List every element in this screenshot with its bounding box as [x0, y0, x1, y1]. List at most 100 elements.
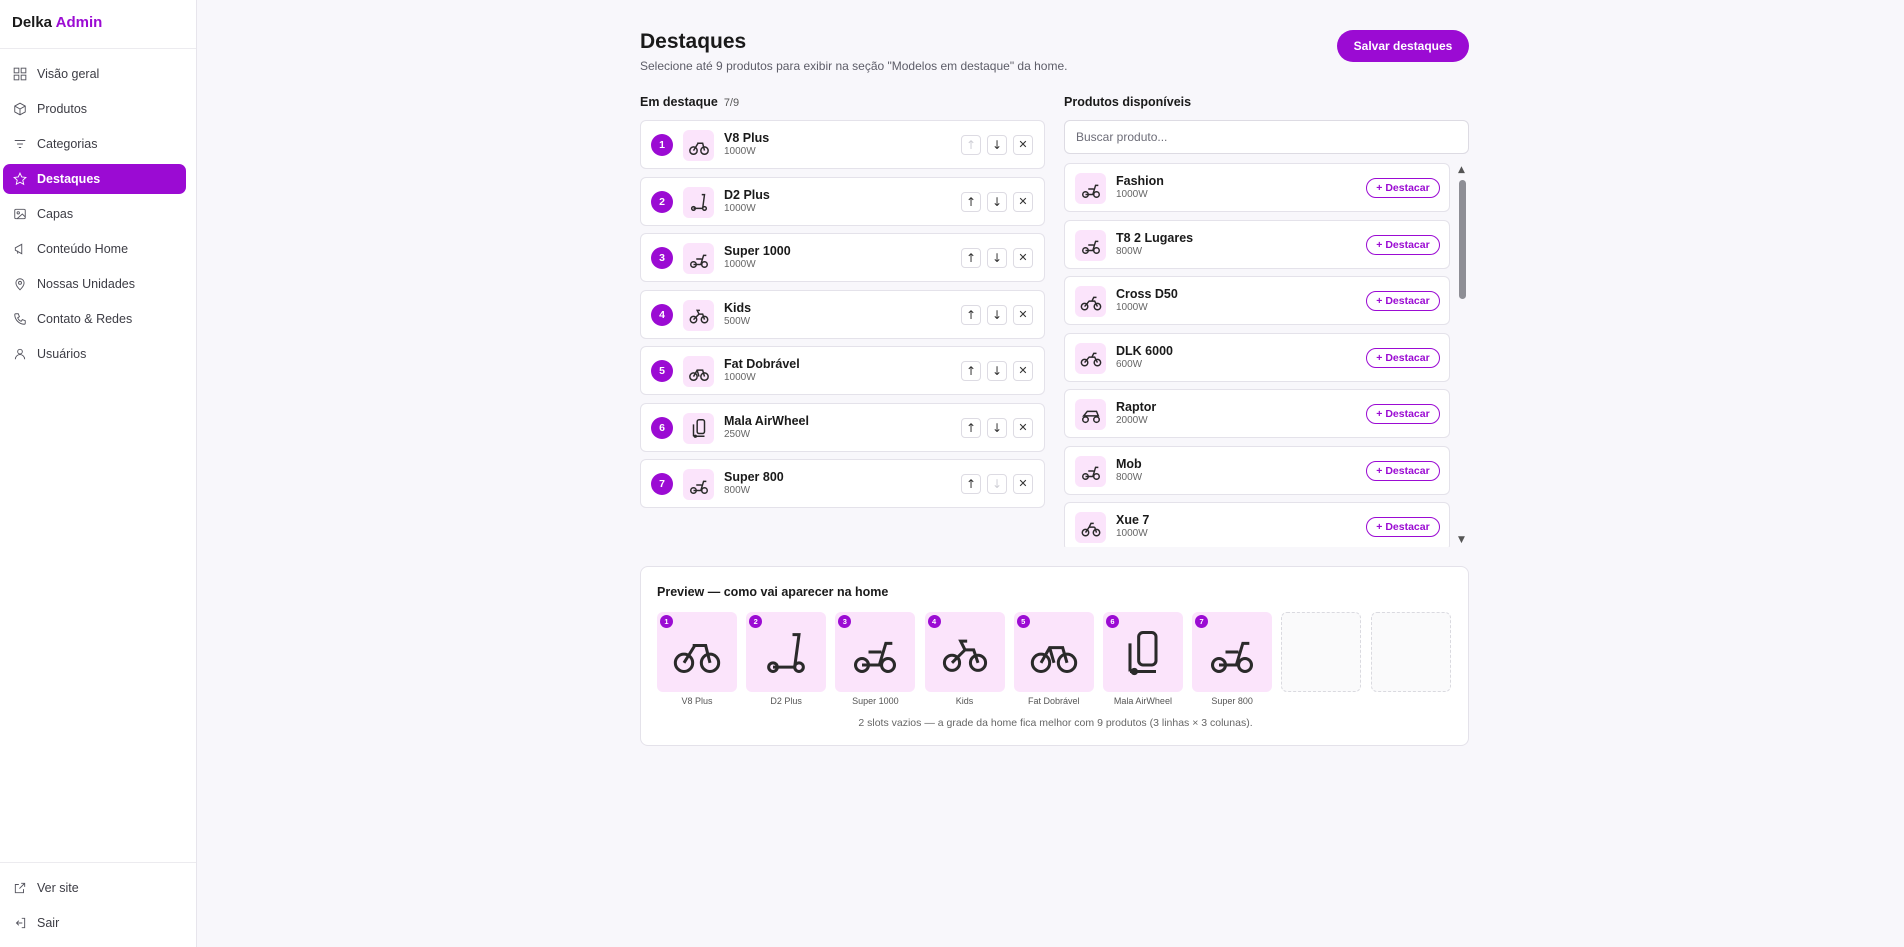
available-item: DLK 6000 600W + Destacar [1064, 332, 1450, 382]
rank-badge: 7 [651, 473, 673, 495]
preview-slot: 7 Super 800 [1192, 612, 1273, 706]
remove-icon[interactable]: ✕ [1013, 361, 1033, 381]
move-down-icon[interactable]: ↓ [987, 361, 1007, 381]
featured-item: 1 V8 Plus 1000W ↑ ↓ ✕ [640, 120, 1045, 169]
available-scrollbar[interactable]: ▲ ▼ [1455, 163, 1469, 547]
dirt-bike-icon [1080, 347, 1102, 369]
product-power: 800W [1116, 471, 1143, 483]
scroll-up-icon[interactable]: ▲ [1458, 165, 1465, 175]
move-up-icon[interactable]: ↑ [961, 474, 981, 494]
scooter-icon [688, 248, 710, 270]
brand-logo[interactable]: Delka Admin [0, 0, 196, 49]
sidebar-item-label: Conteúdo Home [37, 242, 129, 256]
preview-product-name: Super 800 [1211, 696, 1253, 706]
sidebar-item-label: Ver site [37, 881, 79, 895]
featured-title: Em destaque [640, 95, 718, 109]
feature-product-button[interactable]: + Destacar [1366, 404, 1440, 424]
scooter-icon [1080, 178, 1102, 200]
available-item: Cross D50 1000W + Destacar [1064, 276, 1450, 325]
available-list[interactable]: Fashion 1000W + Destacar T8 2 Lugares 800W + … [1064, 163, 1469, 547]
sidebar-item-usu-rios[interactable]: Usuários [3, 339, 186, 369]
sidebar: Delka Admin Visão geral Produtos Categoria… [0, 0, 197, 947]
empty-slot-box [1370, 612, 1451, 692]
preview-slot: 6 Mala AirWheel [1102, 612, 1183, 706]
product-power: 1000W [724, 202, 756, 214]
move-up-icon[interactable]: ↑ [961, 191, 981, 212]
move-up-icon[interactable]: ↑ [961, 304, 981, 325]
sidebar-item-vis-o-geral[interactable]: Visão geral [3, 59, 186, 89]
sidebar-item-ver-site[interactable]: Ver site [3, 873, 186, 903]
preview-product-name: Fat Dobrável [1027, 696, 1080, 706]
home-preview: Preview — como vai aparecer na home 1 V8 … [640, 566, 1469, 746]
move-down-icon[interactable]: ↓ [987, 474, 1007, 494]
page-subtitle: Selecione até 9 produtos para exibir na … [640, 59, 1068, 73]
product-thumbnail [1075, 399, 1106, 430]
move-down-icon[interactable]: ↓ [987, 304, 1007, 325]
sidebar-item-contato-redes[interactable]: Contato & Redes [3, 304, 186, 334]
feature-product-button[interactable]: + Destacar [1366, 460, 1440, 481]
move-up-icon[interactable]: ↑ [961, 135, 981, 155]
available-item: Xue 7 1000W + Destacar [1064, 502, 1450, 547]
sidebar-item-capas[interactable]: Capas [3, 199, 186, 229]
sidebar-item-label: Sair [37, 916, 60, 930]
rank-badge: 4 [651, 303, 673, 326]
scroll-down-icon[interactable]: ▼ [1458, 535, 1465, 545]
product-name: T8 2 Lugares [1116, 230, 1194, 245]
page-title: Destaques [640, 30, 747, 53]
remove-icon[interactable]: ✕ [1013, 135, 1033, 155]
move-down-icon[interactable]: ↓ [987, 191, 1007, 212]
sidebar-item-produtos[interactable]: Produtos [3, 94, 186, 124]
rank-badge: 3 [651, 247, 673, 269]
product-name: Super 800 [724, 470, 784, 484]
sidebar-item-categorias[interactable]: Categorias [3, 129, 186, 159]
remove-icon[interactable]: ✕ [1013, 304, 1033, 325]
move-up-icon[interactable]: ↑ [961, 248, 981, 268]
feature-product-button[interactable]: + Destacar [1366, 178, 1440, 198]
preview-product-name: D2 Plus [770, 696, 802, 706]
product-power: 1000W [1116, 302, 1148, 313]
feature-product-button[interactable]: + Destacar [1366, 234, 1440, 255]
brand-name: Delka [12, 14, 53, 31]
rank-badge: 2 [651, 190, 673, 213]
move-down-icon[interactable]: ↓ [987, 417, 1007, 438]
save-featured-button[interactable]: Salvar destaques [1337, 30, 1469, 62]
kids-bike-icon [939, 626, 991, 678]
product-thumbnail [1075, 286, 1106, 317]
product-name: DLK 6000 [1116, 343, 1173, 358]
remove-icon[interactable]: ✕ [1013, 191, 1033, 212]
sidebar-item-nossas-unidades[interactable]: Nossas Unidades [3, 269, 186, 299]
sidebar-item-destaques[interactable]: Destaques [3, 164, 186, 194]
product-name: Raptor [1116, 400, 1157, 414]
product-search-input[interactable] [1064, 120, 1469, 154]
product-name: Fat Dobrável [724, 357, 800, 371]
sidebar-item-label: Visão geral [37, 67, 100, 81]
feature-product-button[interactable]: + Destacar [1366, 517, 1440, 537]
rank-badge: 1 [651, 134, 673, 156]
kick-scooter-icon [688, 191, 710, 213]
featured-header: Em destaque 7/9 [640, 95, 739, 109]
move-down-icon[interactable]: ↓ [987, 135, 1007, 155]
moped-icon [688, 135, 710, 157]
user-icon [13, 347, 37, 361]
feature-product-button[interactable]: + Destacar [1366, 291, 1440, 311]
remove-icon[interactable]: ✕ [1013, 248, 1033, 268]
sidebar-item-label: Contato & Redes [37, 312, 133, 326]
rank-badge: 5 [1016, 615, 1030, 628]
move-down-icon[interactable]: ↓ [987, 248, 1007, 268]
sidebar-item-label: Categorias [37, 137, 98, 151]
available-item: Mob 800W + Destacar [1064, 445, 1450, 495]
dirt-bike-icon [1080, 291, 1102, 313]
product-name: Mob [1116, 456, 1142, 471]
scrollbar-thumb[interactable] [1459, 180, 1466, 299]
remove-icon[interactable]: ✕ [1013, 417, 1033, 438]
rank-badge: 4 [927, 615, 941, 628]
sidebar-item-conte-do-home[interactable]: Conteúdo Home [3, 234, 186, 264]
feature-product-button[interactable]: + Destacar [1366, 347, 1440, 368]
preview-image: 3 [835, 612, 916, 692]
brand-accent: Admin [55, 14, 103, 31]
sidebar-item-label: Usuários [37, 347, 87, 361]
move-up-icon[interactable]: ↑ [961, 361, 981, 381]
sidebar-item-sair[interactable]: Sair [3, 908, 186, 938]
move-up-icon[interactable]: ↑ [961, 417, 981, 438]
remove-icon[interactable]: ✕ [1013, 474, 1033, 494]
